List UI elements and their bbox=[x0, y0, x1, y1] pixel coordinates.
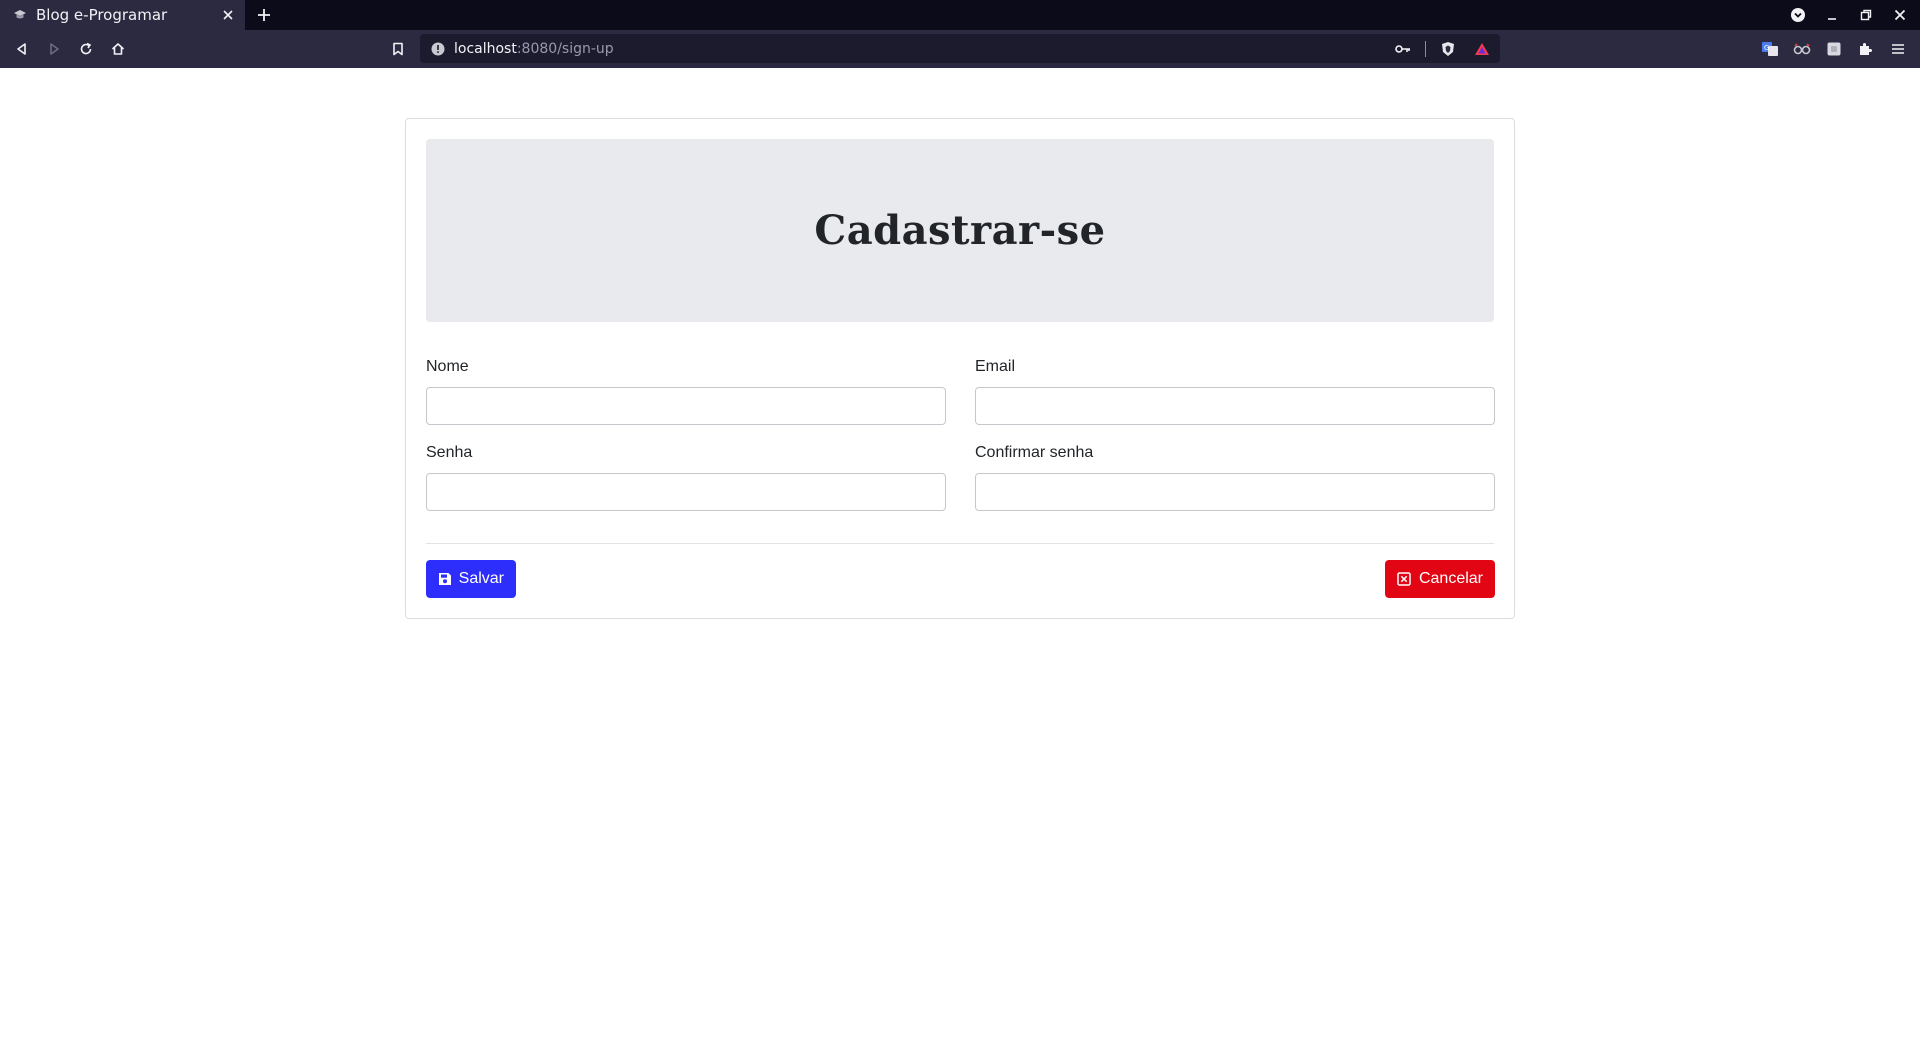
save-button-label: Salvar bbox=[458, 570, 504, 587]
form-divider bbox=[426, 543, 1494, 544]
url-path: :8080/sign-up bbox=[516, 40, 614, 57]
senha-input[interactable] bbox=[426, 473, 946, 511]
reload-icon[interactable] bbox=[74, 37, 98, 61]
brave-shield-icon[interactable] bbox=[1436, 37, 1460, 61]
signup-form-card: Cadastrar-se Nome Email Senha Confirmar … bbox=[405, 118, 1515, 619]
extensions-puzzle-icon[interactable] bbox=[1854, 37, 1878, 61]
site-info-icon[interactable] bbox=[430, 41, 446, 57]
active-tab[interactable]: Blog e-Programar bbox=[0, 0, 245, 30]
nome-input[interactable] bbox=[426, 387, 946, 425]
window-controls bbox=[1786, 0, 1912, 30]
confirmar-senha-input[interactable] bbox=[975, 473, 1495, 511]
new-tab-icon[interactable] bbox=[252, 3, 276, 27]
cancel-button-label: Cancelar bbox=[1418, 570, 1483, 587]
address-bar[interactable]: localhost:8080/sign-up bbox=[420, 34, 1500, 63]
x-square-icon bbox=[1397, 571, 1413, 587]
restore-icon[interactable] bbox=[1854, 3, 1878, 27]
key-icon[interactable] bbox=[1391, 37, 1415, 61]
email-label: Email bbox=[975, 358, 1016, 375]
cancel-button[interactable]: Cancelar bbox=[1385, 560, 1495, 598]
graduation-cap-icon bbox=[12, 7, 28, 23]
back-icon[interactable] bbox=[10, 37, 34, 61]
translate-extension-icon[interactable]: G bbox=[1758, 37, 1782, 61]
tab-title: Blog e-Programar bbox=[36, 6, 168, 24]
square-extension-icon[interactable] bbox=[1822, 37, 1846, 61]
home-icon[interactable] bbox=[106, 37, 130, 61]
email-input[interactable] bbox=[975, 387, 1495, 425]
url-text[interactable]: localhost:8080/sign-up bbox=[454, 41, 614, 57]
url-separator bbox=[1425, 40, 1426, 57]
svg-text:G: G bbox=[1764, 44, 1769, 52]
url-host: localhost bbox=[454, 40, 517, 57]
close-window-icon[interactable] bbox=[1888, 3, 1912, 27]
hamburger-menu-icon[interactable] bbox=[1886, 37, 1910, 61]
bookmark-icon[interactable] bbox=[386, 37, 410, 61]
account-menu-icon[interactable] bbox=[1786, 3, 1810, 27]
save-button[interactable]: Salvar bbox=[426, 560, 516, 598]
forward-icon[interactable] bbox=[42, 37, 66, 61]
page-title: Cadastrar-se bbox=[814, 207, 1106, 254]
glasses-extension-icon[interactable] bbox=[1790, 37, 1814, 61]
navigation-toolbar: localhost:8080/sign-up G bbox=[0, 30, 1920, 68]
nome-label: Nome bbox=[426, 358, 469, 375]
close-tab-icon[interactable] bbox=[217, 4, 239, 26]
tab-strip: Blog e-Programar bbox=[0, 0, 1920, 30]
floppy-disk-icon bbox=[438, 571, 453, 587]
minimize-icon[interactable] bbox=[1820, 3, 1844, 27]
header-jumbotron: Cadastrar-se bbox=[426, 139, 1494, 322]
confirmar-senha-label: Confirmar senha bbox=[975, 444, 1094, 461]
senha-label: Senha bbox=[426, 444, 473, 461]
extension-toolbar: G bbox=[1758, 37, 1910, 61]
brave-rewards-icon[interactable] bbox=[1470, 37, 1494, 61]
